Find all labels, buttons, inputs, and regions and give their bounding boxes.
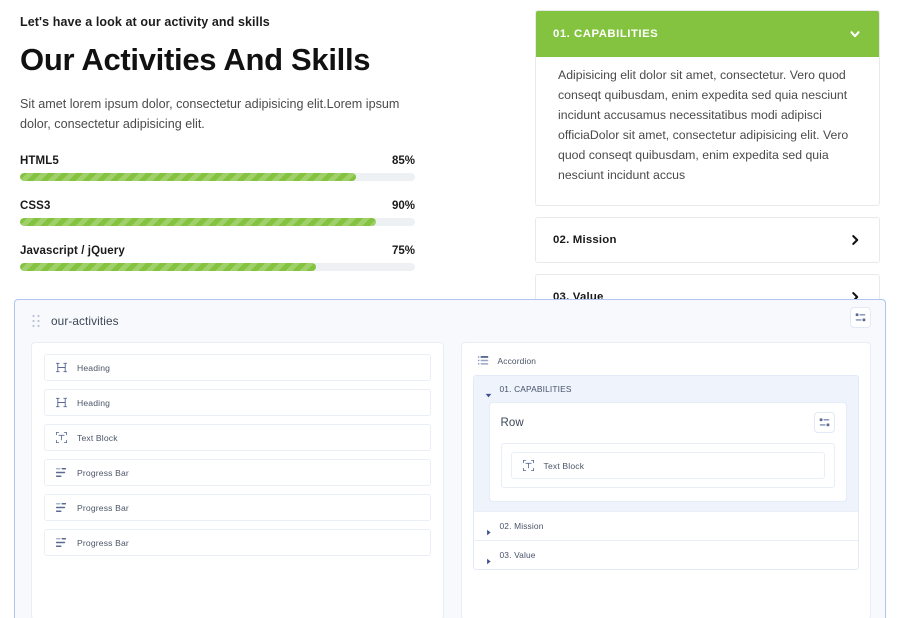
drag-dots-icon[interactable] [31,314,41,328]
builder-accordion-header-mission: 02. Mission [485,521,848,535]
text-block-icon [522,459,535,472]
accordion: 01. CAPABILITIES Adipisicing elit dolor … [525,0,900,321]
builder-column-left[interactable]: Heading Heading Text Block Progress Bar … [31,342,444,618]
widget-label: Heading [77,362,111,373]
accordion-body-text: Adipisicing elit dolor sit amet, consect… [558,68,849,183]
skill-label: Javascript / jQuery [20,244,125,257]
accordion-item-mission: 02. Mission [535,217,880,264]
skill-label: HTML5 [20,154,59,167]
skill-item: Javascript / jQuery 75% [20,245,415,271]
builder-toolbar: our-activities [15,300,885,342]
builder-accordion-label: 03. Value [499,550,536,560]
widget-progress-bar[interactable]: Progress Bar [44,494,431,521]
widget-label: Progress Bar [77,537,129,548]
builder-accordion-item-mission[interactable]: 02. Mission [473,511,858,540]
widget-progress-bar[interactable]: Progress Bar [44,459,431,486]
builder-row-header: Row [500,412,835,433]
progress-bar-icon [55,501,68,514]
widget-label: Text Block [543,460,585,471]
builder-row-title: Row [500,416,524,429]
builder-row[interactable]: Row Text Block [488,402,847,502]
builder-accordion-label: 02. Mission [499,521,544,531]
sliders-icon [855,313,866,322]
progress-track [20,262,415,271]
builder-section[interactable]: our-activities Heading Heading Text Bloc… [14,299,886,618]
skill-header: CSS3 90% [20,200,415,212]
builder-accordion-header-capabilities[interactable]: 01. CAPABILITIES [474,376,859,402]
triangle-down-icon [485,386,492,397]
widget-heading[interactable]: Heading [44,354,431,381]
lead-paragraph: Sit amet lorem ipsum dolor, consectetur … [20,96,400,132]
section-settings-button[interactable] [850,307,871,328]
skill-label: CSS3 [20,199,51,212]
triangle-right-icon [485,552,492,564]
heading-icon [55,396,68,409]
accordion-title: 02. Mission [553,234,617,247]
widget-label: Heading [77,397,111,408]
widget-label: Progress Bar [77,502,129,513]
widget-accordion-header[interactable]: Accordion [473,352,860,375]
site-preview: Let's have a look at our activity and sk… [0,0,900,321]
widget-label: Text Block [77,432,118,443]
skill-header: HTML5 85% [20,155,415,167]
builder-wrapper: our-activities Heading Heading Text Bloc… [0,292,900,618]
skill-item: HTML5 85% [20,155,415,181]
widget-label: Progress Bar [77,467,129,478]
widget-text-block[interactable]: Text Block [44,424,431,451]
builder-columns: Heading Heading Text Block Progress Bar … [15,342,885,618]
builder-column-right[interactable]: Accordion 01. CAPABILITIES Row Text Bloc… [460,342,871,618]
preview-left-column: Let's have a look at our activity and sk… [0,0,525,292]
widget-progress-bar[interactable]: Progress Bar [44,529,431,556]
skill-percent: 75% [391,244,415,257]
page-title: Our Activities And Skills [20,42,371,77]
accordion-header-mission[interactable]: 02. Mission [536,218,879,262]
widget-heading[interactable]: Heading [44,389,431,416]
accordion-icon [477,354,490,367]
progress-bar-icon [55,536,68,549]
builder-accordion-body: Row Text Block [474,402,859,511]
widget-label: Accordion [497,355,537,366]
builder-accordion-item-value[interactable]: 03. Value [473,540,858,569]
builder-section-label: our-activities [51,314,119,328]
chevron-right-icon [848,233,862,247]
progress-track [20,172,415,181]
accordion-body-capabilities: Adipisicing elit dolor sit amet, consect… [536,57,879,205]
heading-icon [55,361,68,374]
progress-fill [20,217,376,226]
progress-bar-icon [55,466,68,479]
builder-accordion-header-value: 03. Value [485,550,848,564]
progress-fill [20,172,356,181]
chevron-down-icon [848,27,862,41]
sliders-icon [819,418,830,427]
progress-fill [20,262,317,271]
accordion-title: 01. CAPABILITIES [553,28,659,40]
progress-track [20,217,415,226]
builder-accordion-item-capabilities: 01. CAPABILITIES Row Text Block [473,376,859,511]
widget-text-block[interactable]: Text Block [510,452,825,479]
text-block-icon [55,431,68,444]
skill-header: Javascript / jQuery 75% [20,245,415,257]
builder-accordion: 01. CAPABILITIES Row Text Block 02. Miss… [472,375,859,570]
builder-row-content: Text Block [500,443,835,488]
accordion-header-capabilities[interactable]: 01. CAPABILITIES [536,11,879,57]
skill-item: CSS3 90% [20,200,415,226]
row-settings-button[interactable] [814,412,835,433]
skill-percent: 90% [391,199,415,212]
eyebrow-text: Let's have a look at our activity and sk… [20,15,270,29]
builder-accordion-label: 01. CAPABILITIES [499,384,572,394]
skill-percent: 85% [391,154,415,167]
skills-list: HTML5 85% CSS3 90% Javascript / jQuery 7… [20,155,415,271]
triangle-right-icon [485,523,492,535]
accordion-item-capabilities: 01. CAPABILITIES Adipisicing elit dolor … [535,10,880,207]
